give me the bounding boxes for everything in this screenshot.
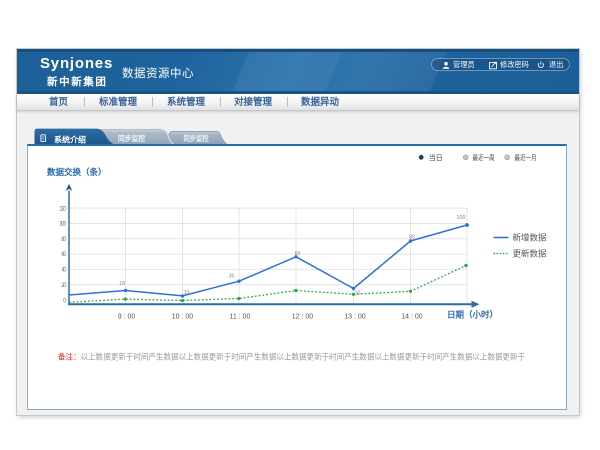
svg-text:当日: 当日 [429, 153, 443, 162]
svg-text:备注：以上数据更新于时间产生数据以上数据更新于时间产生数据以: 备注：以上数据更新于时间产生数据以上数据更新于时间产生数据以上数据更新于时间产生… [58, 352, 525, 362]
svg-text:日期（小时）: 日期（小时） [447, 309, 498, 319]
svg-text:9 : 00: 9 : 00 [118, 313, 136, 320]
svg-text:同步监控: 同步监控 [184, 133, 209, 143]
svg-text:11 : 00: 11 : 00 [230, 313, 251, 320]
svg-text:更新数据: 更新数据 [513, 249, 548, 259]
svg-text:100: 100 [59, 222, 67, 228]
svg-text:60: 60 [61, 252, 67, 258]
svg-text:12 : 00: 12 : 00 [292, 313, 314, 320]
svg-text:13 : 00: 13 : 00 [344, 313, 366, 320]
svg-text:40: 40 [61, 268, 67, 274]
svg-text:14 : 00: 14 : 00 [401, 313, 423, 320]
svg-text:数据交换（条）: 数据交换（条） [47, 167, 107, 177]
svg-text:10: 10 [355, 291, 361, 297]
svg-text:系统介绍: 系统介绍 [54, 134, 86, 144]
svg-text:同步监控: 同步监控 [118, 133, 145, 143]
svg-text:60: 60 [295, 251, 301, 257]
svg-text:最近一周: 最近一周 [473, 153, 495, 162]
svg-text:新增数据: 新增数据 [513, 233, 548, 243]
svg-text:最近一月: 最近一月 [515, 153, 537, 162]
svg-text:20: 20 [61, 283, 67, 289]
svg-text:10: 10 [184, 290, 190, 296]
svg-text:35: 35 [229, 274, 235, 280]
svg-text:18: 18 [119, 281, 125, 287]
svg-text:10 : 00: 10 : 00 [172, 313, 194, 320]
svg-text:0: 0 [63, 298, 67, 304]
svg-text:120: 120 [59, 206, 67, 212]
svg-text:80: 80 [409, 235, 415, 241]
svg-text:80: 80 [61, 237, 67, 243]
svg-text:100: 100 [457, 215, 466, 221]
